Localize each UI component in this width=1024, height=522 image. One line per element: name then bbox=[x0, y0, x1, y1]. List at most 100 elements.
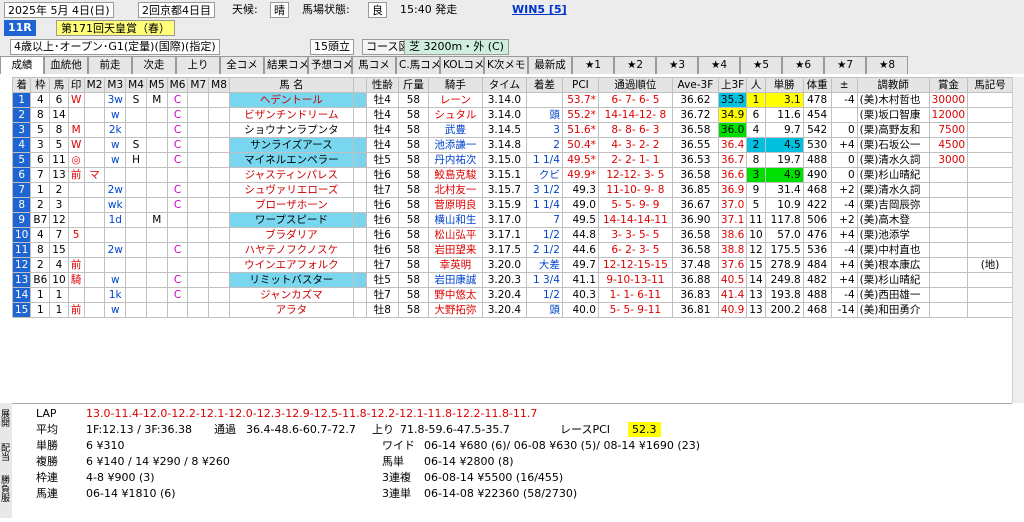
tab-2[interactable]: 前走 bbox=[88, 56, 132, 74]
column-header[interactable]: 調教師 bbox=[856, 77, 930, 93]
name-cell: マイネルエンペラー bbox=[228, 152, 354, 168]
ave-cell: 36.83 bbox=[671, 287, 719, 303]
table-row[interactable]: 8 2 3 wk C ブローザホーン 牡6 58 菅原明良 3.15.9 1 1/4 49.0 5- 5… bbox=[11, 197, 1014, 213]
f3-cell: 34.9 bbox=[717, 107, 748, 123]
tab-6[interactable]: 結果コメ bbox=[264, 56, 309, 74]
m7-cell bbox=[187, 227, 210, 243]
table-row[interactable]: 6 7 13 前マ ジャスティンパレス 牡6 58 鮫島克駿 3.15.1 クビ 49.9* 12-1… bbox=[11, 167, 1014, 183]
column-header[interactable]: 性齢 bbox=[365, 77, 399, 93]
tab-12[interactable]: 最新成 bbox=[528, 56, 572, 74]
column-header[interactable]: 馬記号 bbox=[967, 77, 1014, 93]
column-header[interactable]: 人 bbox=[746, 77, 766, 93]
tab-20[interactable]: ★8 bbox=[866, 56, 908, 74]
column-header[interactable]: M5 bbox=[145, 77, 168, 93]
tab-1[interactable]: 血統他 bbox=[44, 56, 88, 74]
table-row[interactable]: 13 B6 10 騎 w C リミットバスター 牡5 58 岩田康誠 3.20.3 1 3/4 41.1… bbox=[11, 272, 1014, 288]
tab-3[interactable]: 次走 bbox=[132, 56, 176, 74]
table-row[interactable]: 11 8 15 2w C ハヤテノフクノスケ 牡6 58 岩田望来 3.17.5 2 1/2 44.6… bbox=[11, 242, 1014, 258]
diff-cell: +2 bbox=[830, 182, 858, 198]
vtab-haito[interactable]: 配当 bbox=[0, 443, 11, 461]
name-cell: シュヴァリエローズ bbox=[228, 182, 354, 198]
pos-cell: 12 bbox=[11, 257, 32, 273]
column-header[interactable]: M7 bbox=[187, 77, 210, 93]
column-header[interactable]: 通過順位 bbox=[597, 77, 673, 93]
tab-16[interactable]: ★4 bbox=[698, 56, 740, 74]
tab-15[interactable]: ★3 bbox=[656, 56, 698, 74]
wide-label: ワイド bbox=[382, 439, 415, 452]
m7-cell bbox=[187, 137, 210, 153]
column-header[interactable]: 騎手 bbox=[427, 77, 483, 93]
table-row[interactable]: 3 5 8 M 2k C ショウナンラプンタ 牡4 58 武豊 3.14.5 3 51.6* 8- 8- … bbox=[11, 122, 1014, 138]
tab-14[interactable]: ★2 bbox=[614, 56, 656, 74]
table-row[interactable]: 10 4 7 5 ブラダリア 牡6 58 松山弘平 3.17.1 1/2 44.8 3- 3- 5- … bbox=[11, 227, 1014, 243]
column-header[interactable] bbox=[352, 77, 367, 93]
column-header[interactable]: 印 bbox=[67, 77, 85, 93]
time-cell: 3.14.5 bbox=[481, 122, 527, 138]
table-row[interactable]: 9 B7 12 1d M ワープスピード 牡6 58 横山和生 3.17.0 7 49.5 14-14-… bbox=[11, 212, 1014, 228]
prize-cell bbox=[928, 212, 969, 228]
f3-cell: 38.6 bbox=[717, 227, 748, 243]
tab-18[interactable]: ★6 bbox=[782, 56, 824, 74]
tab-0[interactable]: 成績 bbox=[0, 56, 44, 74]
table-row[interactable]: 4 3 5 Ww S C サンライズアース 牡4 58 池添謙一 3.14.8 2 50.4* 4- 3-… bbox=[11, 137, 1014, 153]
table-row[interactable]: 1 4 6 W 3w S M C ヘデントール 牡4 58 レーン 3.14.0 53.7* 6- 7- 6… bbox=[11, 92, 1014, 108]
tab-17[interactable]: ★5 bbox=[740, 56, 782, 74]
jockey-cell: 岩田康誠 bbox=[427, 272, 483, 288]
time-cell: 3.17.0 bbox=[481, 212, 527, 228]
column-header[interactable]: 賞金 bbox=[928, 77, 969, 93]
tab-19[interactable]: ★7 bbox=[824, 56, 866, 74]
pass-cell: 4- 3- 2- 2 bbox=[597, 137, 673, 153]
tab-11[interactable]: K次メモ bbox=[484, 56, 528, 74]
table-row[interactable]: 15 1 1 前 w アラタ 牡8 58 大野拓弥 3.20.4 頭 40.0 5- 5- 9-11 36… bbox=[11, 302, 1014, 318]
column-header[interactable]: 着 bbox=[11, 77, 32, 93]
runstyle-cell bbox=[352, 242, 367, 258]
tab-9[interactable]: C.馬コメ bbox=[396, 56, 441, 74]
column-header[interactable]: 斤量 bbox=[397, 77, 429, 93]
column-header[interactable]: M4 bbox=[125, 77, 147, 93]
column-header[interactable]: M2 bbox=[83, 77, 106, 93]
column-header[interactable]: タイム bbox=[481, 77, 527, 93]
tab-8[interactable]: 馬コメ bbox=[352, 56, 396, 74]
waku-cell: 8 bbox=[30, 242, 51, 258]
column-header[interactable]: 単勝 bbox=[764, 77, 804, 93]
tab-13[interactable]: ★1 bbox=[572, 56, 614, 74]
vertical-scrollbar[interactable] bbox=[1012, 77, 1024, 403]
margin-cell: 1/2 bbox=[525, 287, 563, 303]
tab-7[interactable]: 予想コメ bbox=[308, 56, 353, 74]
table-row[interactable]: 7 1 2 2w C シュヴァリエローズ 牡7 58 北村友一 3.15.7 3 1/2 49.3 11… bbox=[11, 182, 1014, 198]
column-header[interactable]: Ave-3F bbox=[671, 77, 719, 93]
umaren-label: 馬連 bbox=[36, 487, 58, 500]
m2-cell bbox=[83, 137, 106, 153]
column-header[interactable]: 体重 bbox=[802, 77, 832, 93]
tab-10[interactable]: KOLコメ bbox=[440, 56, 484, 74]
vtab-shobufuku[interactable]: 勝負服 bbox=[0, 475, 11, 502]
column-header[interactable]: PCI bbox=[561, 77, 599, 93]
pci-cell: 51.6* bbox=[561, 122, 599, 138]
column-header[interactable]: M8 bbox=[208, 77, 230, 93]
m4-cell bbox=[125, 257, 147, 273]
column-header[interactable]: 馬 名 bbox=[228, 77, 354, 93]
table-row[interactable]: 2 8 14 w C ビザンチンドリーム 牡4 58 シュタル 3.14.0 頭 55.2* 14-14… bbox=[11, 107, 1014, 123]
vtab-tenkai[interactable]: 展開 bbox=[0, 409, 11, 427]
m4-cell bbox=[125, 122, 147, 138]
table-row[interactable]: 5 6 11 ◎ w H C マイネルエンペラー 牡5 58 丹内祐次 3.15.0 1 1/4 49.5… bbox=[11, 152, 1014, 168]
odds-cell: 3.1 bbox=[764, 92, 804, 108]
win5-link[interactable]: WIN5 [5] bbox=[512, 2, 567, 18]
table-row[interactable]: 14 1 1 1k C ジャンカズマ 牡7 58 野中悠太 3.20.4 1/2 40.3 1- 1- … bbox=[11, 287, 1014, 303]
tab-bar: 成績 血統他 前走 次走 上り 全コメ 結果コメ 予想コメ 馬コメ C.馬コメ KOLコメ K次メモ最… bbox=[0, 56, 1024, 74]
column-header[interactable]: 枠 bbox=[30, 77, 51, 93]
column-header[interactable]: 上3F bbox=[717, 77, 748, 93]
m3-cell: w bbox=[104, 137, 127, 153]
sex-cell: 牡6 bbox=[365, 227, 399, 243]
column-header[interactable]: ± bbox=[830, 77, 858, 93]
f3-cell: 37.1 bbox=[717, 212, 748, 228]
column-header[interactable]: M6 bbox=[166, 77, 189, 93]
sex-cell: 牡6 bbox=[365, 242, 399, 258]
column-header[interactable]: 馬 bbox=[49, 77, 69, 93]
column-header[interactable]: 着差 bbox=[525, 77, 563, 93]
column-header[interactable]: M3 bbox=[104, 77, 127, 93]
tab-4[interactable]: 上り bbox=[176, 56, 220, 74]
table-row[interactable]: 12 2 4 前 ウインエアフォルク 牡7 58 幸英明 3.20.0 大差 49.7 12-12-1… bbox=[11, 257, 1014, 273]
tab-5[interactable]: 全コメ bbox=[220, 56, 264, 74]
odds-cell: 11.6 bbox=[764, 107, 804, 123]
